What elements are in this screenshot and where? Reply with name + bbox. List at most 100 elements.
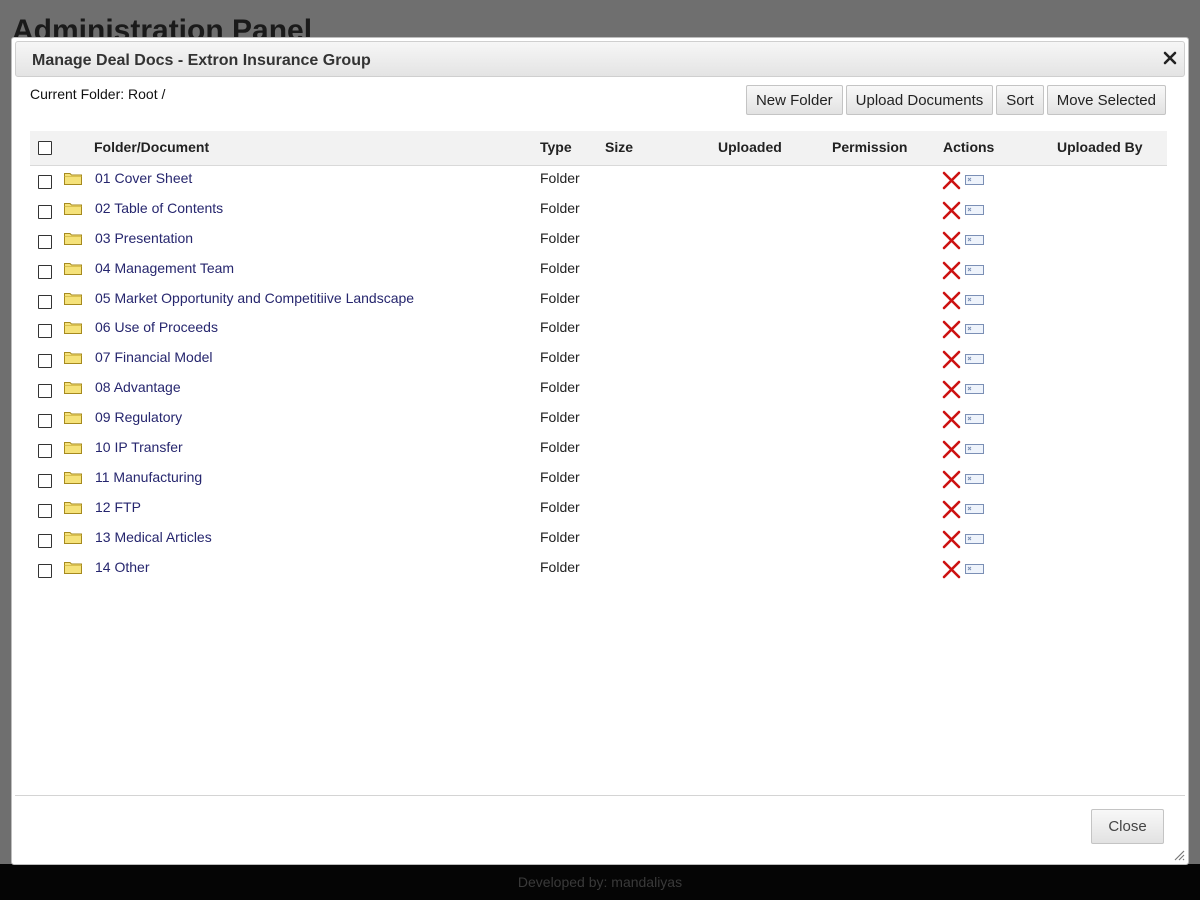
new-folder-button[interactable]: New Folder xyxy=(745,85,843,115)
table-row: 10 IP Transfer Folder xyxy=(30,435,1167,465)
folder-icon xyxy=(64,501,82,514)
folder-name-link[interactable]: 02 Table of Contents xyxy=(95,200,223,216)
row-checkbox[interactable] xyxy=(38,533,52,548)
delete-icon[interactable] xyxy=(942,500,961,519)
row-checkbox[interactable] xyxy=(38,503,52,518)
upload-documents-button[interactable]: Upload Documents xyxy=(845,85,994,115)
item-type: Folder xyxy=(540,528,580,545)
edit-icon[interactable] xyxy=(965,444,984,455)
column-uploaded[interactable]: Uploaded xyxy=(718,139,782,155)
folder-name-link[interactable]: 06 Use of Proceeds xyxy=(95,319,218,335)
edit-icon[interactable] xyxy=(965,294,984,305)
item-type: Folder xyxy=(540,439,580,456)
folder-name-link[interactable]: 05 Market Opportunity and Competitiive L… xyxy=(95,290,414,306)
edit-icon[interactable] xyxy=(965,324,984,335)
row-checkbox[interactable] xyxy=(38,414,52,429)
delete-icon[interactable] xyxy=(942,470,961,489)
edit-icon[interactable] xyxy=(965,204,984,215)
row-checkbox[interactable] xyxy=(38,175,52,189)
edit-icon[interactable] xyxy=(965,414,984,425)
folder-name-link[interactable]: 11 Manufacturing xyxy=(95,469,202,485)
folder-name-link[interactable]: 07 Financial Model xyxy=(95,349,213,365)
table-header: Folder/Document Type Size Uploaded Permi… xyxy=(30,131,1167,166)
column-type[interactable]: Type xyxy=(540,139,572,155)
dialog-footer-divider xyxy=(15,795,1185,796)
row-checkbox[interactable] xyxy=(38,204,52,219)
column-folder-document[interactable]: Folder/Document xyxy=(94,139,209,155)
folder-name-link[interactable]: 03 Presentation xyxy=(95,230,193,246)
row-checkbox[interactable] xyxy=(38,563,52,578)
edit-icon[interactable] xyxy=(965,234,984,245)
item-type: Folder xyxy=(540,259,580,276)
delete-icon[interactable] xyxy=(942,261,961,280)
table-row: 02 Table of Contents Folder xyxy=(30,196,1167,226)
table-row: 13 Medical Articles Folder xyxy=(30,525,1167,555)
delete-icon[interactable] xyxy=(942,410,961,429)
row-checkbox[interactable] xyxy=(38,384,52,399)
item-type: Folder xyxy=(540,349,580,366)
edit-icon[interactable] xyxy=(965,533,984,544)
item-type: Folder xyxy=(540,229,580,246)
folder-icon xyxy=(64,561,82,574)
folder-name-link[interactable]: 14 Other xyxy=(95,559,149,575)
select-all-checkbox[interactable] xyxy=(38,141,52,155)
item-type: Folder xyxy=(540,409,580,426)
edit-icon[interactable] xyxy=(965,354,984,365)
edit-icon[interactable] xyxy=(965,563,984,574)
folder-name-link[interactable]: 10 IP Transfer xyxy=(95,439,183,455)
table-row: 06 Use of Proceeds Folder xyxy=(30,315,1167,345)
folder-name-link[interactable]: 12 FTP xyxy=(95,499,141,515)
item-type: Folder xyxy=(540,379,580,396)
table-row: 14 Other Folder xyxy=(30,555,1167,585)
table-row: 12 FTP Folder xyxy=(30,495,1167,525)
item-type: Folder xyxy=(540,289,580,306)
edit-icon[interactable] xyxy=(965,503,984,514)
folder-name-link[interactable]: 08 Advantage xyxy=(95,379,181,395)
delete-icon[interactable] xyxy=(942,201,961,220)
folder-name-link[interactable]: 01 Cover Sheet xyxy=(95,170,192,186)
edit-icon[interactable] xyxy=(965,264,984,275)
delete-icon[interactable] xyxy=(942,440,961,459)
dialog-titlebar[interactable]: Manage Deal Docs - Extron Insurance Grou… xyxy=(15,41,1185,77)
row-checkbox[interactable] xyxy=(38,354,52,369)
edit-icon[interactable] xyxy=(965,175,984,185)
table-row: 08 Advantage Folder xyxy=(30,375,1167,405)
column-size[interactable]: Size xyxy=(605,139,633,155)
delete-icon[interactable] xyxy=(942,320,961,339)
close-button[interactable]: Close xyxy=(1091,809,1164,844)
item-type: Folder xyxy=(540,170,580,186)
row-checkbox[interactable] xyxy=(38,234,52,249)
delete-icon[interactable] xyxy=(942,350,961,369)
folder-icon xyxy=(64,173,82,185)
row-checkbox[interactable] xyxy=(38,473,52,488)
column-uploaded-by[interactable]: Uploaded By xyxy=(1057,139,1143,155)
close-x-icon[interactable] xyxy=(1162,50,1178,66)
folder-icon xyxy=(64,232,82,245)
column-permission[interactable]: Permission xyxy=(832,139,907,155)
folder-name-link[interactable]: 09 Regulatory xyxy=(95,409,182,425)
delete-icon[interactable] xyxy=(942,231,961,250)
table-row: 01 Cover Sheet Folder xyxy=(30,166,1167,196)
row-checkbox[interactable] xyxy=(38,444,52,459)
delete-icon[interactable] xyxy=(942,291,961,310)
table-row: 04 Management Team Folder xyxy=(30,256,1167,286)
folder-name-link[interactable]: 04 Management Team xyxy=(95,260,234,276)
delete-icon[interactable] xyxy=(942,171,961,190)
folder-name-link[interactable]: 13 Medical Articles xyxy=(95,529,212,545)
current-folder-label: Current Folder: Root / xyxy=(30,86,166,102)
row-checkbox[interactable] xyxy=(38,324,52,339)
sort-button[interactable]: Sort xyxy=(996,85,1044,115)
folder-icon xyxy=(64,382,82,395)
row-checkbox[interactable] xyxy=(38,294,52,309)
folder-icon xyxy=(64,471,82,484)
delete-icon[interactable] xyxy=(942,380,961,399)
edit-icon[interactable] xyxy=(965,384,984,395)
delete-icon[interactable] xyxy=(942,560,961,579)
documents-table: Folder/Document Type Size Uploaded Permi… xyxy=(30,131,1167,584)
resize-grip-icon[interactable] xyxy=(1173,849,1185,861)
row-checkbox[interactable] xyxy=(38,264,52,279)
delete-icon[interactable] xyxy=(942,530,961,549)
edit-icon[interactable] xyxy=(965,473,984,484)
item-type: Folder xyxy=(540,468,580,485)
move-selected-button[interactable]: Move Selected xyxy=(1046,85,1166,115)
